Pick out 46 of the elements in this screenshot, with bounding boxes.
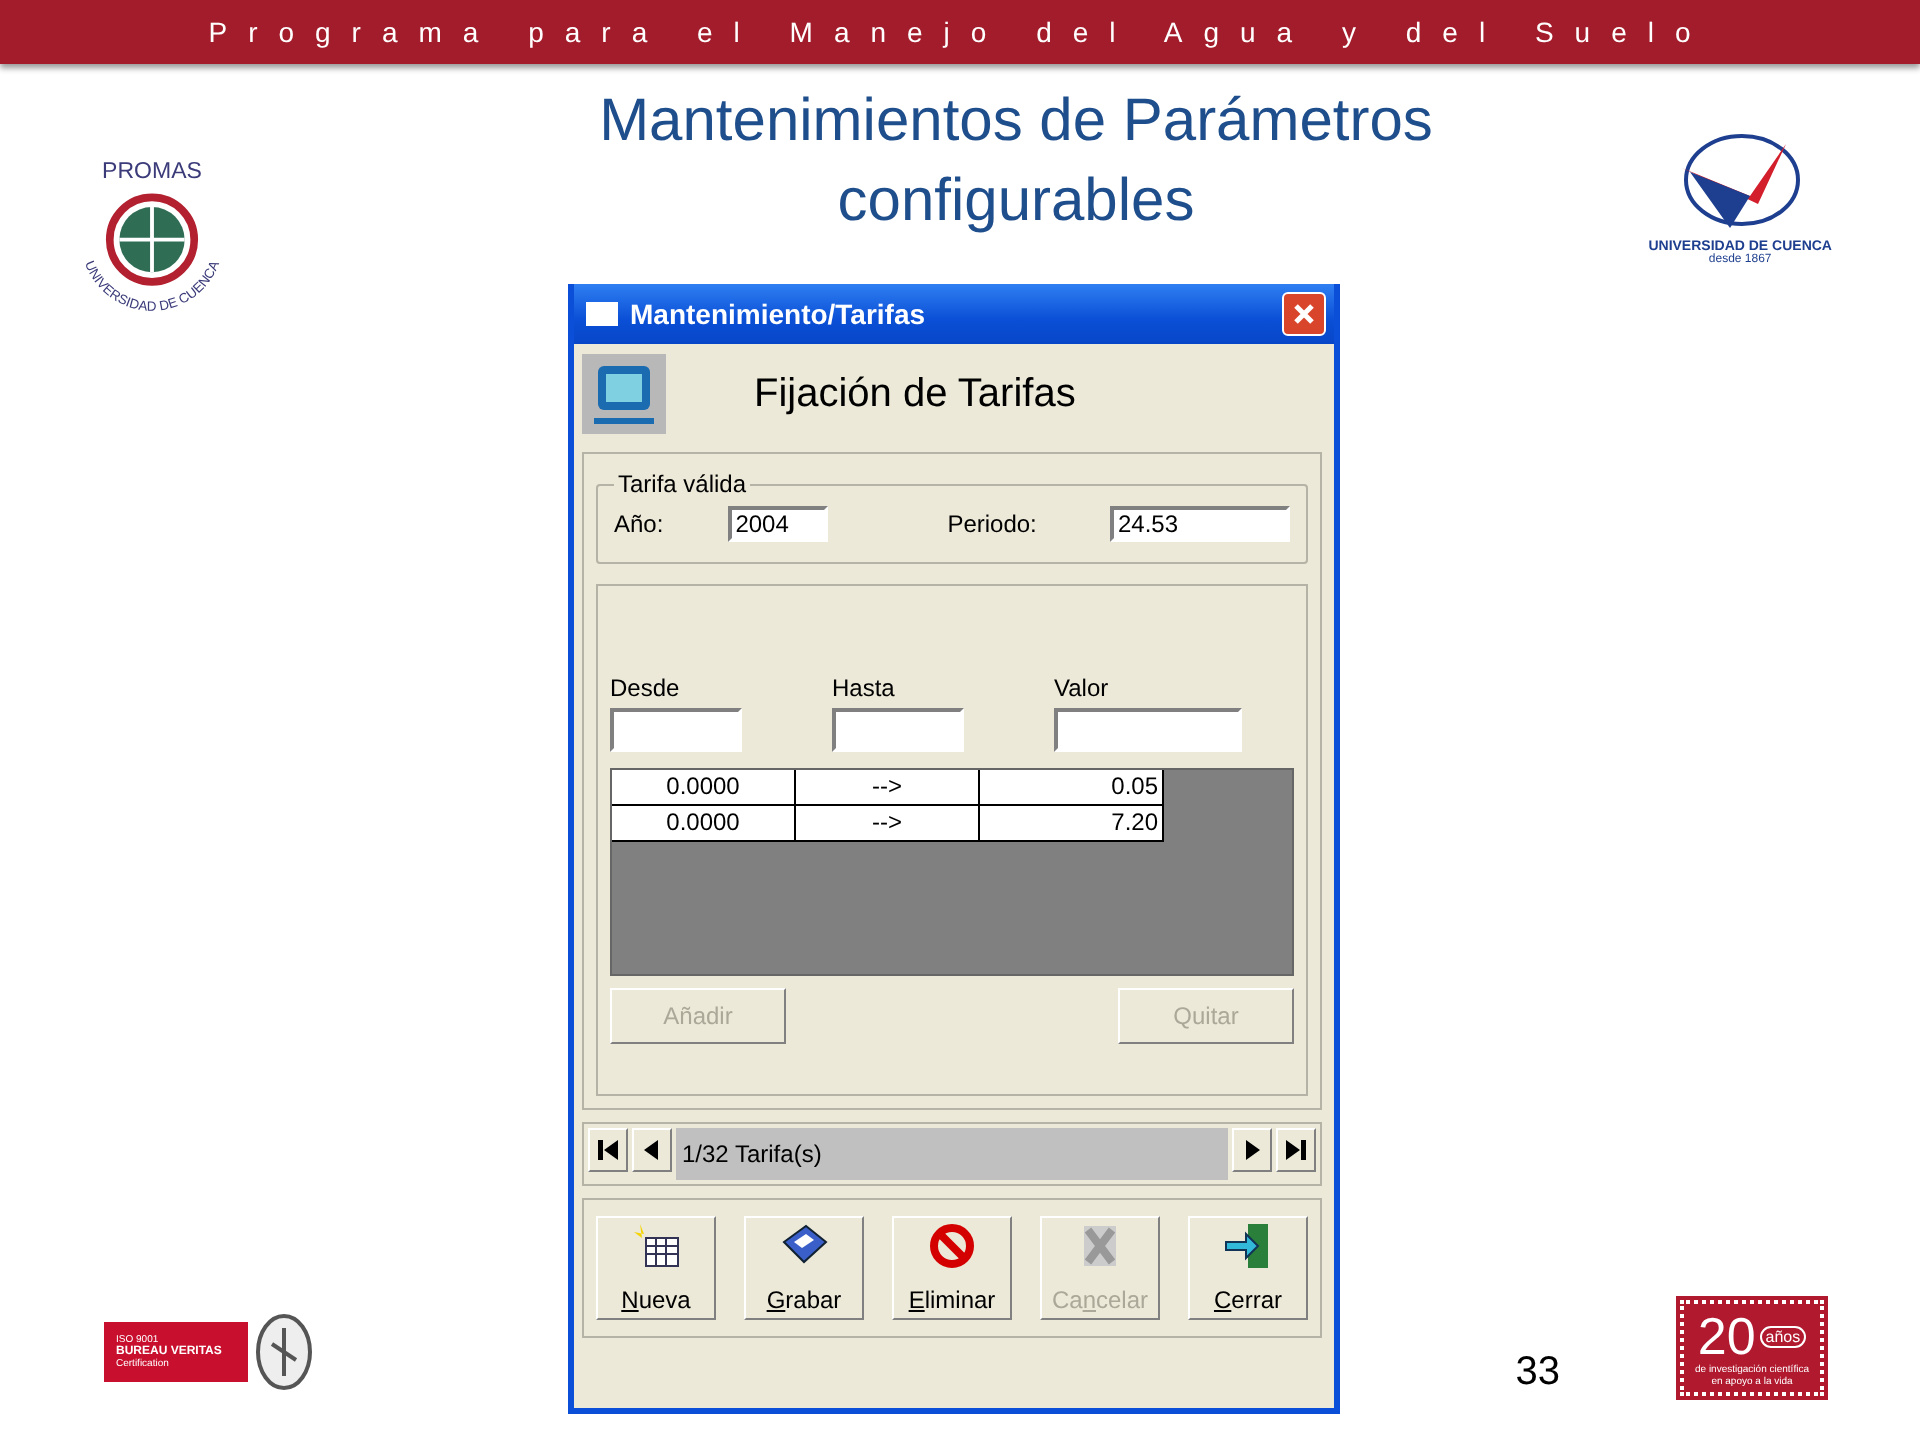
grid-cell: 0.05 — [980, 770, 1164, 806]
input-field[interactable]: 2004 — [727, 506, 828, 542]
close-button[interactable] — [1282, 292, 1326, 336]
header-text: Programa para el Manejo del Agua y del Suelo — [208, 16, 1712, 48]
window-title: Mantenimiento/Tarifas — [630, 298, 928, 330]
input-field[interactable] — [1054, 708, 1242, 752]
window-icon — [586, 302, 618, 326]
left-triangle-icon — [640, 1138, 664, 1162]
slide-title: configurables — [837, 166, 1195, 238]
field-label: Valor — [1054, 674, 1111, 702]
prohibited-icon — [926, 1222, 978, 1270]
first-record-button[interactable] — [588, 1128, 628, 1172]
field-label: Periodo: — [947, 510, 1037, 538]
right-triangle-icon — [1240, 1138, 1264, 1162]
field-label: Desde — [610, 674, 682, 702]
grid-cell: 0.0000 — [612, 770, 796, 806]
field-label: Año: — [614, 510, 664, 538]
calendar-icon — [630, 1222, 682, 1270]
input-field[interactable] — [610, 708, 742, 752]
next-record-button[interactable] — [1232, 1128, 1272, 1172]
group-title: Tarifa válida — [616, 470, 749, 498]
input-field[interactable] — [832, 708, 964, 752]
seal-icon — [254, 1312, 314, 1392]
grid-cell: --> — [796, 806, 980, 842]
delete-button[interactable]: Eliminar — [892, 1216, 1012, 1320]
grid-cell: 7.20 — [980, 806, 1164, 842]
anniversary-unit: años — [1759, 1325, 1807, 1347]
form-heading: Fijación de Tarifas — [754, 371, 1076, 417]
first-icon — [596, 1138, 620, 1162]
exit-door-icon — [1222, 1222, 1274, 1270]
slide-title: Mantenimientos de Parámetros — [599, 86, 1433, 158]
anniversary-number: 20 — [1697, 1308, 1756, 1364]
grid-cell: 0.0000 — [612, 806, 796, 842]
close-button[interactable]: Cerrar — [1188, 1216, 1308, 1320]
close-icon — [1292, 302, 1316, 326]
record-counter: 1/32 Tarifa(s) — [676, 1128, 1228, 1180]
last-icon — [1284, 1138, 1308, 1162]
grid-cell: --> — [796, 770, 980, 806]
field-label: Hasta — [832, 674, 897, 702]
input-field[interactable]: 24.53 — [1110, 506, 1290, 542]
computer-icon — [582, 354, 666, 434]
previous-record-button[interactable] — [632, 1128, 672, 1172]
save-button[interactable]: Grabar — [744, 1216, 864, 1320]
slide-number: 33 — [1515, 1350, 1560, 1396]
new-button[interactable]: Nueva — [596, 1216, 716, 1320]
last-record-button[interactable] — [1276, 1128, 1316, 1172]
